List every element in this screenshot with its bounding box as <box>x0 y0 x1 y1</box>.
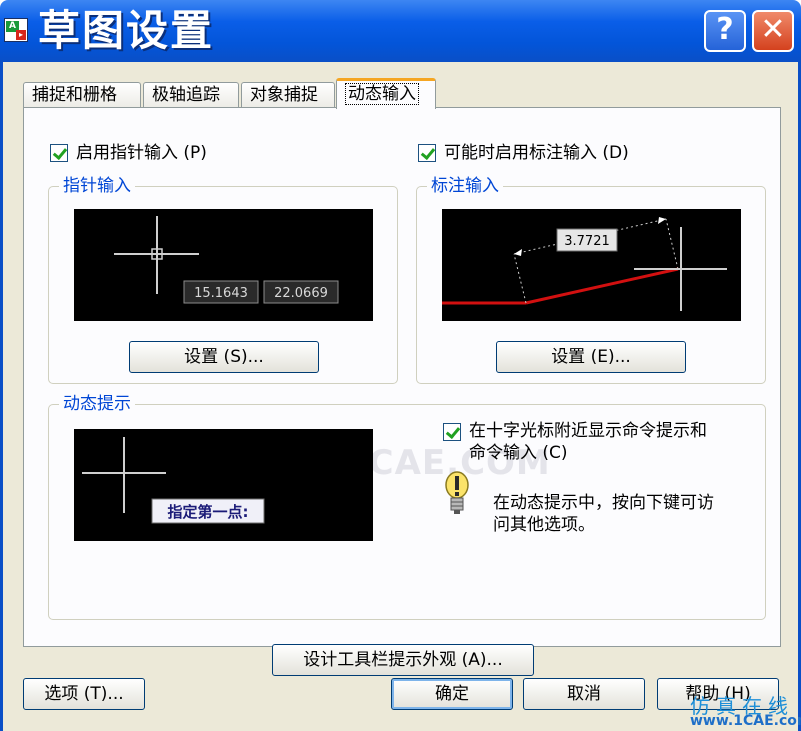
ok-button[interactable]: 确定 <box>391 678 513 710</box>
pointer-x-value: 15.1643 <box>194 286 248 301</box>
show-command-prompt-label-line2: 命令输入 (C) <box>469 443 568 463</box>
tab-panel-dynamic-input: 1CAE.COM 启用指针输入 (P) 可能时启用标注输入 (D) 指针输入 1… <box>23 107 781 676</box>
dialog-body: 捕捉和栅格 极轴追踪 对象捕捉 动态输入 1CAE.COM 启用指针输入 (P)… <box>0 62 801 731</box>
dimension-value: 3.7721 <box>564 234 610 249</box>
tab-label: 极轴追踪 <box>152 85 220 105</box>
show-command-prompt-label-line1: 在十字光标附近显示命令提示和 <box>469 421 707 441</box>
dimension-preview-svg: 3.7721 <box>442 217 727 311</box>
hint-text-line1: 在动态提示中，按向下键可访 <box>493 493 714 513</box>
lightbulb-icon <box>445 471 469 514</box>
pointer-crosshair-preview-svg: 15.1643 22.0669 <box>114 216 339 304</box>
cancel-button[interactable]: 取消 <box>523 678 645 710</box>
pointer-input-preview: 15.1643 22.0669 <box>74 209 373 321</box>
pointer-input-group: 指针输入 15.1643 22.0669 设置 (S)... <box>48 176 398 384</box>
pointer-settings-button[interactable]: 设置 (S)... <box>129 341 319 373</box>
close-button[interactable]: ✕ <box>752 10 794 52</box>
pointer-y-value: 22.0669 <box>274 286 328 301</box>
enable-dimension-input-label: 可能时启用标注输入 (D) <box>444 143 629 163</box>
dynamic-prompt-preview: 指定第一点: <box>74 429 373 541</box>
tab-polar-tracking[interactable]: 极轴追踪 <box>143 82 239 108</box>
tab-snap-grid[interactable]: 捕捉和栅格 <box>23 82 141 108</box>
command-prompt-text: 指定第一点: <box>168 503 249 521</box>
dimension-settings-button[interactable]: 设置 (E)... <box>496 341 686 373</box>
help-question-button[interactable]: ? <box>704 10 746 52</box>
tab-label: 捕捉和栅格 <box>32 85 117 105</box>
dynamic-prompt-group: 动态提示 指定第一点: 在十字光标附近显示命令提示和 命令输入 (C) 在动态提… <box>48 394 766 620</box>
autocad-app-icon: A ▸ <box>4 18 28 42</box>
options-button[interactable]: 选项 (T)... <box>23 678 145 710</box>
tab-object-snap[interactable]: 对象捕捉 <box>241 82 335 108</box>
window-title: 草图设置 <box>38 6 215 55</box>
tab-dynamic-input[interactable]: 动态输入 <box>336 78 436 109</box>
title-bar[interactable]: A ▸ 草图设置 ? ✕ <box>0 0 801 62</box>
tab-label: 对象捕捉 <box>250 85 318 105</box>
show-command-prompt-checkbox[interactable] <box>443 423 461 441</box>
dimension-input-preview: 3.7721 <box>442 209 741 321</box>
tab-label: 动态输入 <box>345 83 419 105</box>
dynamic-prompt-preview-svg: 指定第一点: <box>82 437 265 524</box>
dynamic-prompt-group-title: 动态提示 <box>59 394 135 414</box>
pointer-input-group-title: 指针输入 <box>59 176 135 196</box>
dimension-input-group: 标注输入 3.7721 设置 (E)... <box>416 176 766 384</box>
hint-text-line2: 问其他选项。 <box>493 515 595 535</box>
tooltip-appearance-button[interactable]: 设计工具栏提示外观 (A)... <box>272 644 534 676</box>
site-watermark-url: www.1CAE.com <box>690 713 801 729</box>
dimension-input-group-title: 标注输入 <box>427 176 503 196</box>
enable-pointer-input-checkbox[interactable] <box>50 144 68 162</box>
enable-pointer-input-label: 启用指针输入 (P) <box>76 143 207 163</box>
enable-dimension-input-checkbox[interactable] <box>418 144 436 162</box>
